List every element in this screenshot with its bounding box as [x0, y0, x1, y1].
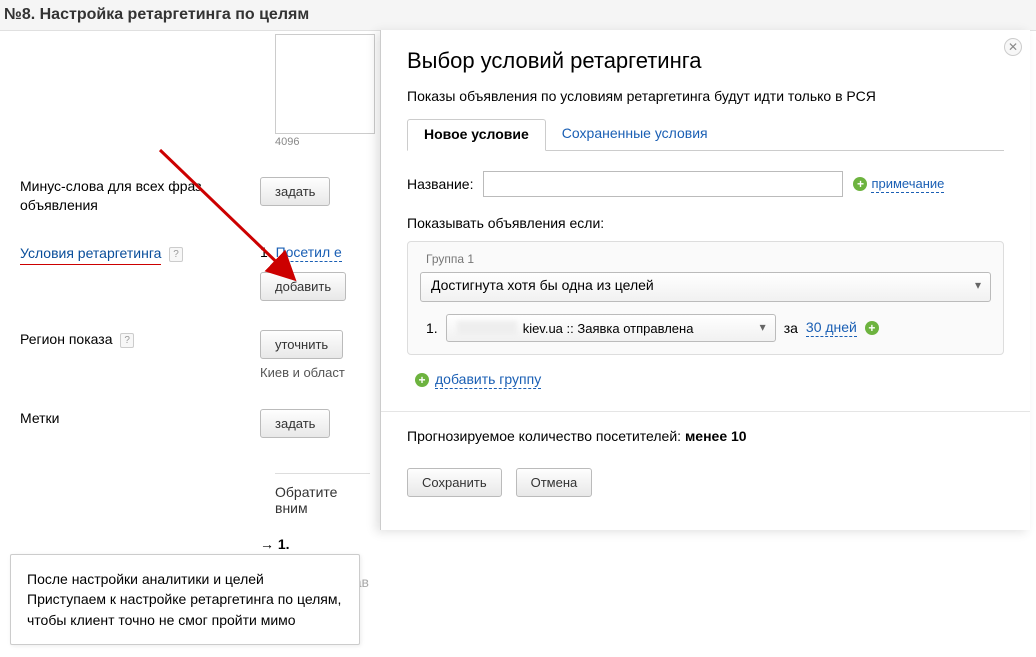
cancel-button[interactable]: Отмена [516, 468, 593, 497]
goal-domain-blur [457, 321, 517, 335]
goal-text: kiev.ua :: Заявка отправлена [523, 321, 694, 336]
forecast-value: менее 10 [685, 428, 747, 444]
retargeting-modal: ✕ Выбор условий ретаргетинга Показы объя… [380, 30, 1030, 530]
retarget-index: 1. [260, 244, 272, 260]
close-icon[interactable]: ✕ [1004, 38, 1022, 56]
note-link[interactable]: примечание [871, 176, 944, 193]
help-icon[interactable]: ? [120, 333, 134, 349]
minus-words-set-button[interactable]: задать [260, 177, 330, 206]
minus-words-label: Минус-слова для всех фраз объявления [20, 177, 250, 215]
tags-button[interactable]: задать [260, 409, 330, 438]
tags-label: Метки [20, 409, 250, 428]
image-caption: 4096 [275, 136, 370, 148]
left-panel: 4096 Минус-слова для всех фраз объявлени… [0, 30, 380, 606]
retarget-visited-link[interactable]: Посетил е [276, 244, 342, 262]
row-region: Регион показа ? уточнить Киев и област [20, 329, 370, 380]
per-label: за [784, 320, 798, 336]
goal-select[interactable]: kiev.ua :: Заявка отправлена [446, 314, 776, 342]
action-row: Сохранить Отмена [407, 468, 1004, 497]
goal-index: 1. [426, 320, 438, 336]
region-subtext: Киев и област [260, 365, 345, 380]
tabs: Новое условие Сохраненные условия [407, 118, 1004, 151]
add-group[interactable]: + добавить группу [415, 371, 541, 389]
help-icon[interactable]: ? [169, 247, 183, 263]
tab-saved-conditions[interactable]: Сохраненные условия [546, 119, 724, 151]
annotation-caption: После настройки аналитики и целей Присту… [10, 554, 360, 645]
name-label: Название: [407, 176, 473, 192]
add-group-link[interactable]: добавить группу [435, 371, 541, 389]
region-button[interactable]: уточнить [260, 330, 343, 359]
modal-description: Показы объявления по условиям ретаргетин… [407, 88, 1004, 104]
divider [381, 411, 1030, 412]
forecast-label: Прогнозируемое количество посетителей: [407, 428, 681, 444]
row-tags: Метки задать [20, 408, 370, 438]
plus-icon[interactable]: + [853, 177, 867, 191]
retargeting-conditions-link[interactable]: Условия ретаргетинга [20, 244, 161, 265]
goal-row: 1. kiev.ua :: Заявка отправлена за 30 дн… [426, 314, 991, 342]
tab-new-condition[interactable]: Новое условие [407, 119, 546, 151]
add-retarget-button[interactable]: добавить [260, 272, 346, 301]
save-button[interactable]: Сохранить [407, 468, 502, 497]
group-title: Группа 1 [426, 252, 991, 266]
region-label: Регион показа [20, 331, 112, 347]
page-title: №8. Настройка ретаргетинга по целям [0, 0, 1036, 31]
name-input[interactable] [483, 171, 843, 197]
attention-text: Обратите вним [275, 473, 370, 516]
row-retargeting: Условия ретаргетинга ? 1. Посетил е доба… [20, 243, 370, 301]
rule-select[interactable]: Достигнута хотя бы одна из целей [420, 272, 991, 302]
group-box: Группа 1 Достигнута хотя бы одна из целе… [407, 241, 1004, 355]
modal-title: Выбор условий ретаргетинга [407, 48, 1004, 74]
name-row: Название: + примечание [407, 171, 1004, 197]
add-goal-icon[interactable]: + [865, 321, 879, 335]
image-thumbnail [275, 34, 375, 134]
show-if-label: Показывать объявления если: [407, 215, 1004, 231]
row-minus-words: Минус-слова для всех фраз объявления зад… [20, 176, 370, 215]
forecast: Прогнозируемое количество посетителей: м… [407, 428, 1004, 444]
plus-icon: + [415, 373, 429, 387]
days-link[interactable]: 30 дней [806, 319, 857, 337]
